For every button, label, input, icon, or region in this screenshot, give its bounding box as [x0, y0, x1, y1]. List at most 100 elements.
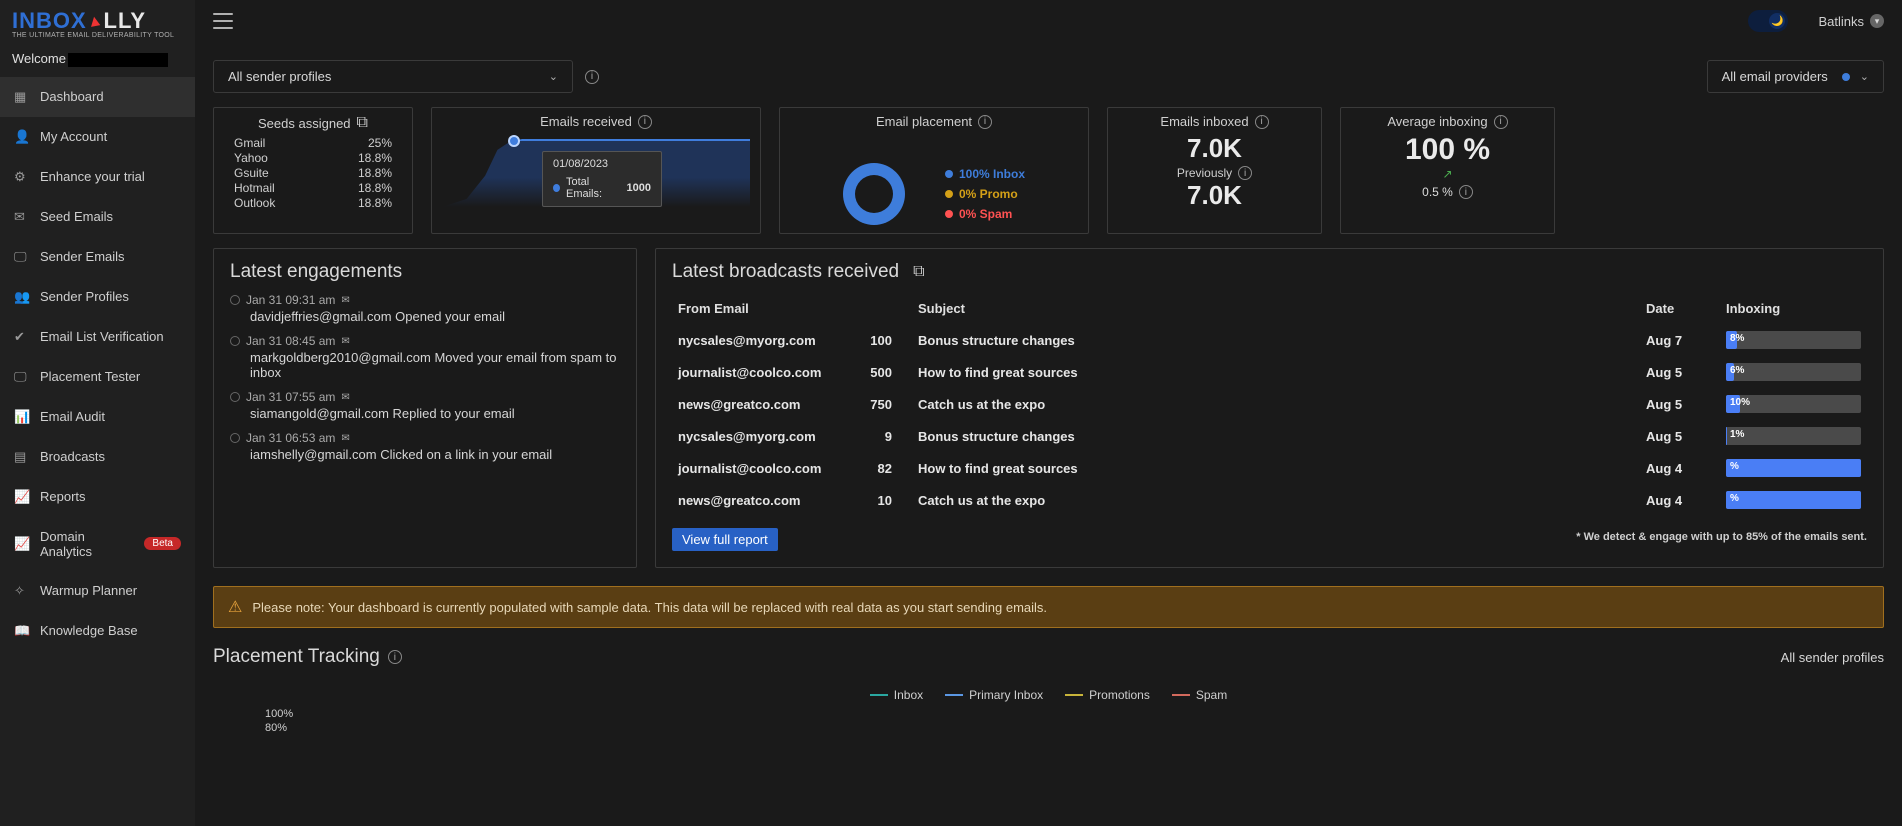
legend-item: Primary Inbox: [945, 688, 1043, 702]
broadcast-footnote: * We detect & engage with up to 85% of t…: [778, 531, 1867, 543]
col-from: From Email: [672, 293, 852, 324]
sidebar: INBOX▲LLY THE ULTIMATE EMAIL DELIVERABIL…: [0, 0, 195, 826]
seed-row: Gmail25%: [224, 136, 402, 151]
panels-row: Latest engagements Jan 31 09:31 am✉david…: [195, 234, 1902, 568]
sidebar-item-placement-tester[interactable]: 🖵Placement Tester: [0, 357, 195, 397]
user-dropdown[interactable]: Batlinks ▾: [1818, 14, 1884, 29]
sidebar-item-knowledge-base[interactable]: 📖 Knowledge Base: [0, 611, 195, 651]
external-link-icon[interactable]: ⧉: [357, 114, 368, 132]
avg-delta: 0.5 %: [1422, 185, 1453, 199]
sidebar-item-email-list-verification[interactable]: ✔Email List Verification: [0, 317, 195, 357]
card-emails-inboxed: Emails inboxedi 7.0K Previouslyi 7.0K: [1107, 107, 1322, 234]
user-name: Batlinks: [1818, 14, 1864, 29]
sidebar-item-my-account[interactable]: 👤 My Account: [0, 117, 195, 157]
sidebar-item-reports[interactable]: 📈Reports: [0, 477, 195, 517]
sidebar-item-seed-emails[interactable]: ✉Seed Emails: [0, 197, 195, 237]
y-axis-80: 80%: [265, 722, 1902, 734]
chart-marker: [508, 135, 520, 147]
stat-cards: Seeds assigned ⧉ Gmail25%Yahoo18.8%Gsuit…: [195, 107, 1902, 234]
nav-icon: 🖵: [14, 249, 30, 265]
legend-item: Promotions: [1065, 688, 1150, 702]
placement-profile-filter[interactable]: All sender profiles: [1781, 650, 1884, 665]
col-inboxing: Inboxing: [1720, 293, 1867, 324]
card-seeds-assigned: Seeds assigned ⧉ Gmail25%Yahoo18.8%Gsuit…: [213, 107, 413, 234]
sidebar-item-dashboard[interactable]: ▦Dashboard: [0, 77, 195, 117]
table-row[interactable]: news@greatco.com10Catch us at the expoAu…: [672, 484, 1867, 516]
nav-icon: ▤: [14, 449, 30, 465]
card-emails-received: Emails received i 01/08/2023 Total Email…: [431, 107, 761, 234]
table-row[interactable]: journalist@coolco.com82How to find great…: [672, 452, 1867, 484]
nav-label: Warmup Planner: [40, 583, 137, 598]
email-provider-select[interactable]: All email providers ⌄: [1707, 60, 1884, 93]
info-icon[interactable]: i: [1238, 166, 1252, 180]
view-full-report-button[interactable]: View full report: [672, 528, 778, 551]
nav-label: Sender Emails: [40, 249, 125, 264]
info-icon[interactable]: i: [1459, 185, 1473, 199]
logo: INBOX▲LLY THE ULTIMATE EMAIL DELIVERABIL…: [0, 0, 195, 45]
inboxing-bar: 10%: [1726, 395, 1861, 413]
nav-label: My Account: [40, 129, 107, 144]
placement-row: 0% Promo: [945, 187, 1025, 201]
sender-profile-select[interactable]: All sender profiles ⌄: [213, 60, 573, 93]
nav: ▦Dashboard 👤 My Account ⚙ Enhance your trial…: [0, 77, 195, 826]
warning-text: Please note: Your dashboard is currently…: [252, 600, 1047, 615]
sender-profile-value: All sender profiles: [228, 69, 331, 84]
seed-row: Yahoo18.8%: [224, 151, 402, 166]
card-title: Email placement: [876, 114, 972, 129]
table-row[interactable]: nycsales@myorg.com9Bonus structure chang…: [672, 420, 1867, 452]
nav-icon: 📖: [14, 623, 30, 639]
nav-label: Email List Verification: [40, 329, 164, 344]
theme-toggle[interactable]: 🌙: [1748, 10, 1788, 32]
external-link-icon[interactable]: ⧉: [913, 263, 924, 281]
logo-tagline: THE ULTIMATE EMAIL DELIVERABILITY TOOL: [12, 32, 183, 39]
card-email-placement: Email placement i 100% Inbox0% Promo0% Sp…: [779, 107, 1089, 234]
info-icon[interactable]: i: [585, 70, 599, 84]
nav-icon: ▦: [14, 89, 30, 105]
card-title: Seeds assigned: [258, 116, 351, 131]
nav-label: Knowledge Base: [40, 623, 138, 638]
info-icon[interactable]: i: [1255, 115, 1269, 129]
avg-value: 100 %: [1405, 133, 1490, 167]
nav-icon: ⚙: [14, 169, 30, 185]
nav-icon: 👤: [14, 129, 30, 145]
nav-icon: 🖵: [14, 369, 30, 385]
sidebar-item-email-audit[interactable]: 📊Email Audit: [0, 397, 195, 437]
nav-icon: 👥: [14, 289, 30, 305]
panel-title: Latest broadcasts received: [672, 261, 899, 283]
inboxing-bar: 8%: [1726, 331, 1861, 349]
info-icon[interactable]: i: [978, 115, 992, 129]
nav-label: Reports: [40, 489, 86, 504]
engagement-item: Jan 31 09:31 am✉davidjeffries@gmail.com …: [230, 293, 620, 324]
col-subject: Subject: [912, 293, 1640, 324]
topbar: 🌙 Batlinks ▾: [195, 0, 1902, 42]
info-icon[interactable]: i: [388, 650, 402, 664]
info-icon[interactable]: i: [638, 115, 652, 129]
beta-badge: Beta: [144, 537, 181, 550]
panel-latest-broadcasts: Latest broadcasts received ⧉ From Email S…: [655, 248, 1884, 568]
section-title: Placement Tracking: [213, 646, 380, 668]
sample-data-warning: ⚠ Please note: Your dashboard is current…: [213, 586, 1884, 628]
provider-dot-icon: [1842, 73, 1850, 81]
sidebar-item-broadcasts[interactable]: ▤Broadcasts: [0, 437, 195, 477]
nav-label: Sender Profiles: [40, 289, 129, 304]
info-icon[interactable]: i: [1494, 115, 1508, 129]
engagement-item: Jan 31 06:53 am✉iamshelly@gmail.com Clic…: [230, 431, 620, 462]
nav-label: Enhance your trial: [40, 169, 145, 184]
seed-row: Hotmail18.8%: [224, 181, 402, 196]
placement-legend: 100% Inbox0% Promo0% Spam: [945, 167, 1025, 221]
table-row[interactable]: nycsales@myorg.com100Bonus structure cha…: [672, 324, 1867, 356]
menu-toggle-icon[interactable]: [213, 13, 233, 29]
sidebar-item-enhance-trial[interactable]: ⚙ Enhance your trial: [0, 157, 195, 197]
sidebar-item-sender-emails[interactable]: 🖵 Sender Emails: [0, 237, 195, 277]
table-row[interactable]: news@greatco.com750Catch us at the expoA…: [672, 388, 1867, 420]
welcome-text: Welcome: [0, 45, 195, 77]
sidebar-item-sender-profiles[interactable]: 👥 Sender Profiles: [0, 277, 195, 317]
tooltip-label: Total Emails:: [566, 176, 621, 200]
broadcasts-table: From Email Subject Date Inboxing nycsale…: [672, 293, 1867, 516]
seed-row: Outlook18.8%: [224, 196, 402, 211]
logo-triangle-icon: ▲: [85, 12, 105, 33]
table-row[interactable]: journalist@coolco.com500How to find grea…: [672, 356, 1867, 388]
sidebar-item-warmup-planner[interactable]: ✧Warmup Planner: [0, 571, 195, 611]
sidebar-item-domain-analytics[interactable]: 📈Domain AnalyticsBeta: [0, 517, 195, 571]
chart-tooltip: 01/08/2023 Total Emails: 1000: [542, 151, 662, 207]
